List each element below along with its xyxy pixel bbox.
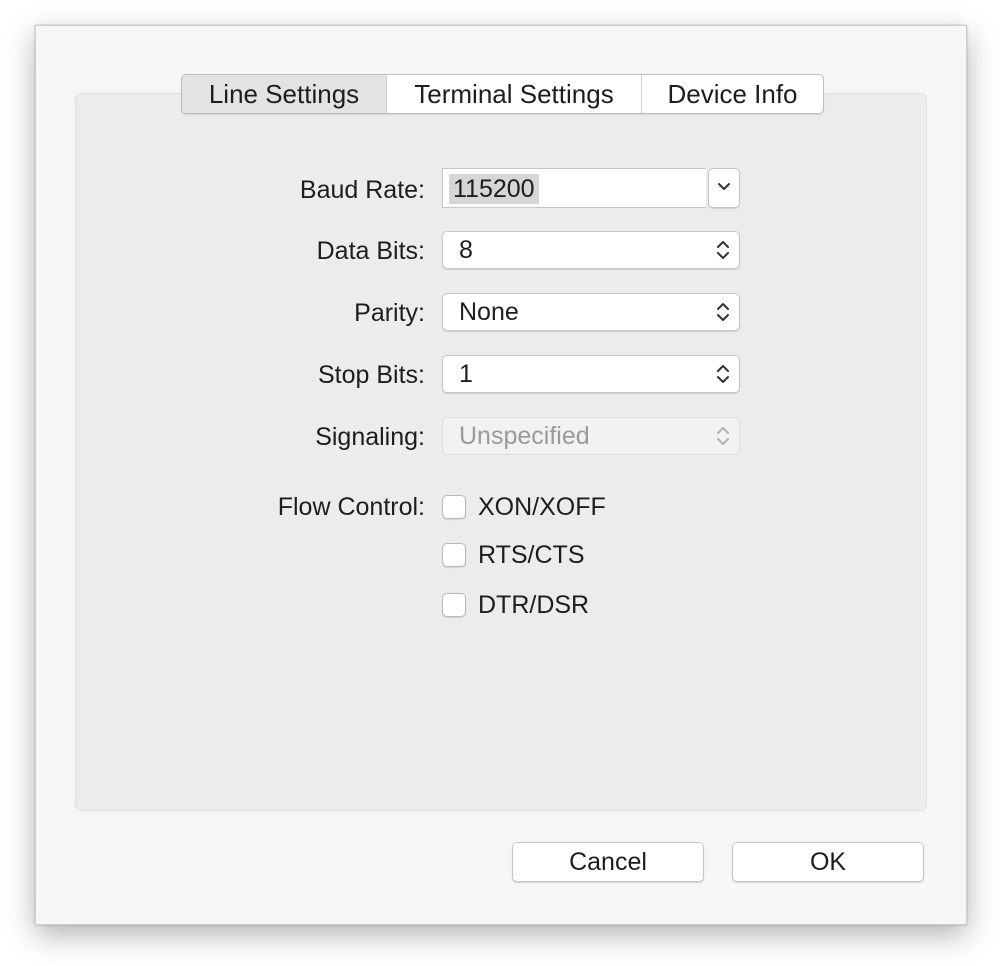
rts-cts-label[interactable]: RTS/CTS: [478, 541, 585, 570]
xon-xoff-row[interactable]: XON/XOFF: [442, 493, 606, 521]
parity-popup[interactable]: None: [442, 293, 740, 331]
chevron-down-icon: [718, 183, 730, 190]
rts-cts-checkbox[interactable]: [442, 543, 466, 567]
tab-device-info[interactable]: Device Info: [642, 75, 823, 113]
signaling-popup: Unspecified: [442, 417, 740, 455]
signaling-label: Signaling:: [315, 423, 425, 451]
baud-rate-combobox[interactable]: 115200: [442, 168, 740, 208]
data-bits-label: Data Bits:: [316, 237, 425, 265]
baud-rate-dropdown-button[interactable]: [708, 168, 740, 208]
data-bits-value: 8: [459, 236, 473, 264]
tab-bar: Line Settings Terminal Settings Device I…: [181, 74, 824, 114]
up-down-chevrons-icon: [717, 241, 729, 259]
data-bits-popup[interactable]: 8: [442, 231, 740, 269]
dtr-dsr-row[interactable]: DTR/DSR: [442, 591, 589, 619]
baud-rate-label: Baud Rate:: [299, 176, 425, 204]
tab-terminal-settings[interactable]: Terminal Settings: [387, 75, 642, 113]
signaling-value: Unspecified: [459, 422, 590, 450]
xon-xoff-label[interactable]: XON/XOFF: [478, 493, 606, 522]
dtr-dsr-checkbox[interactable]: [442, 593, 466, 617]
ok-button[interactable]: OK: [732, 842, 924, 882]
tab-line-settings[interactable]: Line Settings: [182, 75, 387, 113]
stop-bits-popup[interactable]: 1: [442, 355, 740, 393]
up-down-chevrons-icon: [717, 427, 729, 445]
baud-rate-field[interactable]: 115200: [442, 168, 706, 208]
parity-label: Parity:: [354, 299, 425, 327]
stop-bits-value: 1: [459, 360, 473, 388]
up-down-chevrons-icon: [717, 303, 729, 321]
flow-control-label: Flow Control:: [277, 493, 425, 521]
baud-rate-value: 115200: [449, 174, 539, 204]
parity-value: None: [459, 298, 519, 326]
up-down-chevrons-icon: [717, 365, 729, 383]
xon-xoff-checkbox[interactable]: [442, 495, 466, 519]
cancel-button[interactable]: Cancel: [512, 842, 704, 882]
stop-bits-label: Stop Bits:: [318, 361, 425, 389]
rts-cts-row[interactable]: RTS/CTS: [442, 541, 585, 569]
serial-settings-dialog: Line Settings Terminal Settings Device I…: [35, 25, 967, 925]
dtr-dsr-label[interactable]: DTR/DSR: [478, 591, 589, 620]
